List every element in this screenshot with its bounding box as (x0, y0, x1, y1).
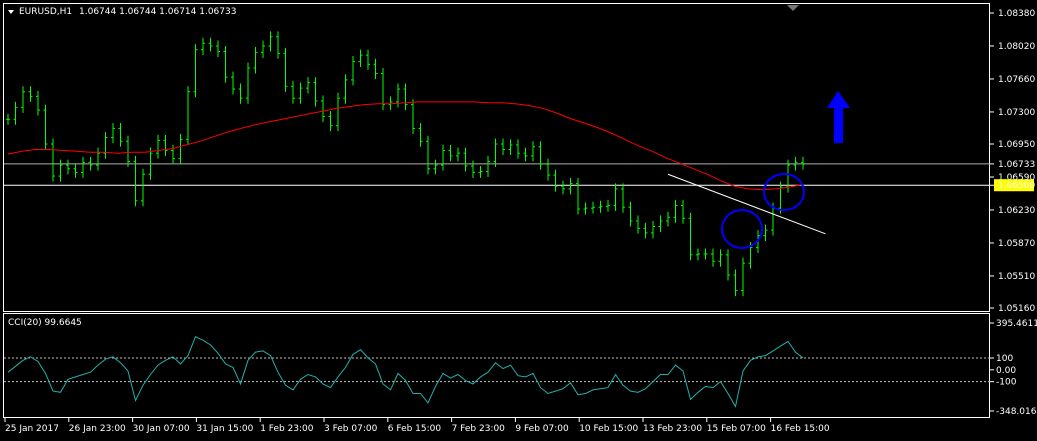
time-tick-label: 3 Feb 07:00 (324, 424, 378, 434)
ohlc-values: 1.06744 1.06744 1.06714 1.06733 (79, 7, 236, 17)
time-tick-label: 15 Feb 07:00 (707, 424, 766, 434)
time-tick-label: 30 Jan 07:00 (133, 424, 190, 434)
time-tick-label: 1 Feb 23:00 (260, 424, 314, 434)
price-tick-label: 1.08380 (998, 9, 1035, 19)
time-tick-label: 10 Feb 15:00 (579, 424, 638, 434)
price-tick-label: 1.06500 (998, 181, 1035, 191)
price-tick-label: 1.06733 (998, 160, 1035, 170)
price-tick-label: 1.05870 (998, 239, 1035, 249)
price-tick-label: 1.05510 (998, 272, 1035, 282)
cci-tick-label: 395.4611 (996, 319, 1037, 329)
price-tick-label: 1.05160 (998, 304, 1035, 314)
time-tick-label: 6 Feb 15:00 (388, 424, 442, 434)
cci-tick-label: -100 (996, 378, 1017, 388)
chart-canvas: EURUSD,H1 1.06744 1.06744 1.06714 1.0673… (0, 0, 1037, 441)
time-tick-label: 25 Jan 2017 (5, 424, 59, 434)
price-tick-label: 1.08020 (998, 42, 1035, 52)
cci-label: CCI(20) 99.6645 (8, 318, 82, 328)
symbol-label: EURUSD,H1 (19, 7, 72, 17)
cci-tick-label: -348.0164 (996, 407, 1037, 417)
time-tick-label: 31 Jan 15:00 (196, 424, 253, 434)
price-tick-label: 1.07300 (998, 108, 1035, 118)
time-tick-label: 9 Feb 07:00 (515, 424, 569, 434)
time-tick-label: 7 Feb 23:00 (452, 424, 506, 434)
time-tick-label: 16 Feb 15:00 (771, 424, 830, 434)
price-tick-label: 1.06950 (998, 140, 1035, 150)
price-tick-label: 1.06230 (998, 206, 1035, 216)
price-tick-label: 1.07660 (998, 75, 1035, 85)
time-tick-label: 13 Feb 23:00 (643, 424, 702, 434)
time-tick-label: 26 Jan 23:00 (69, 424, 126, 434)
cci-tick-label: 100 (996, 354, 1013, 364)
cci-tick-label: 0.00 (996, 366, 1016, 376)
